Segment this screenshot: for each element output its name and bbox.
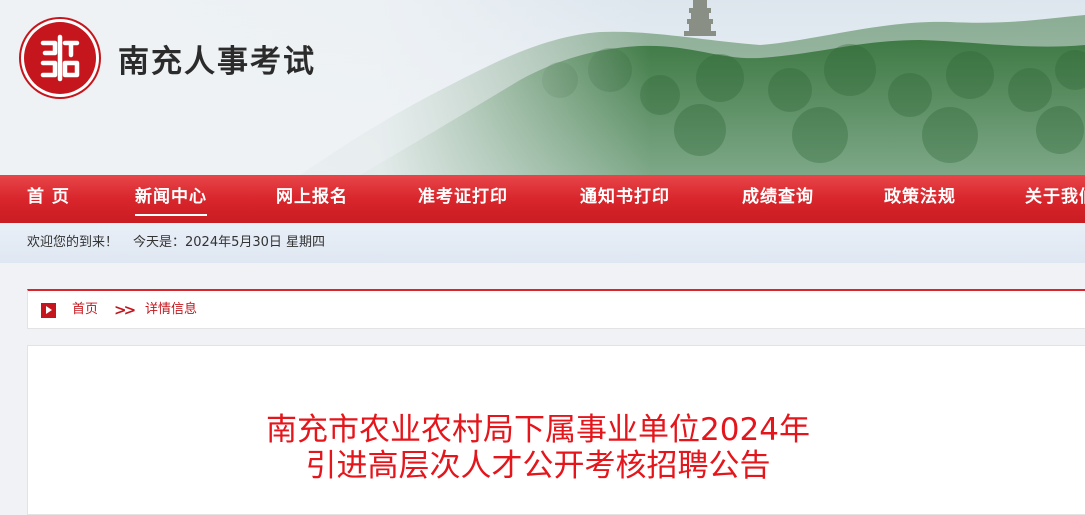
nav-item-notice-print[interactable]: 通知书打印: [580, 175, 670, 223]
breadcrumb: 首页 >> 详情信息: [27, 289, 1085, 329]
nav-item-about[interactable]: 关于我们: [1025, 175, 1085, 223]
article-title-line-2: 引进高层次人才公开考核招聘公告: [305, 448, 771, 484]
breadcrumb-home-link[interactable]: 首页: [72, 291, 98, 329]
welcome-bar: 欢迎您的到来！ 今天是：2024年5月30日 星期四: [0, 223, 1085, 263]
site-name: 南充人事考试: [118, 43, 316, 80]
seal-logo-icon: [24, 22, 96, 94]
article-title-line-1: 南充市农业农村局下属事业单位2024年: [266, 412, 810, 448]
current-date: 今天是：2024年5月30日 星期四: [133, 235, 326, 250]
nav-item-news[interactable]: 新闻中心: [135, 175, 207, 223]
nav-item-home[interactable]: 首 页: [27, 175, 70, 223]
header-banner: 南充人事考试: [0, 0, 1085, 175]
breadcrumb-current: 详情信息: [145, 302, 198, 317]
nav-item-online-registration[interactable]: 网上报名: [276, 175, 348, 223]
article-title: 南充市农业农村局下属事业单位2024年 引进高层次人才公开考核招聘公告: [28, 412, 1048, 484]
welcome-text: 欢迎您的到来！: [27, 235, 119, 250]
breadcrumb-separator-icon: >>: [114, 301, 136, 319]
nav-item-score-query[interactable]: 成绩查询: [742, 175, 814, 223]
nav-item-admission-ticket[interactable]: 准考证打印: [418, 175, 508, 223]
play-marker-icon: [41, 303, 56, 318]
article-panel: 南充市农业农村局下属事业单位2024年 引进高层次人才公开考核招聘公告: [27, 345, 1085, 515]
main-nav: 首 页 新闻中心 网上报名 准考证打印 通知书打印 成绩查询 政策法规 关于我们: [0, 175, 1085, 223]
nav-item-policies[interactable]: 政策法规: [884, 175, 956, 223]
site-logo[interactable]: 南充人事考试: [24, 22, 316, 94]
